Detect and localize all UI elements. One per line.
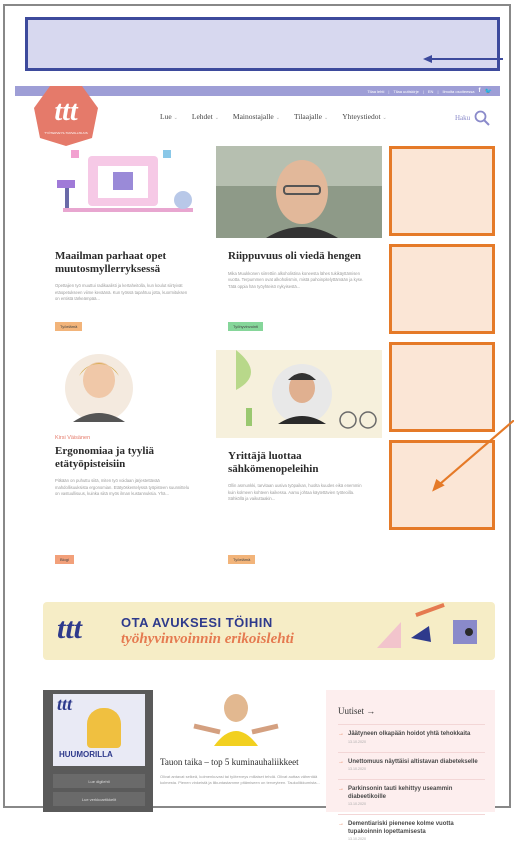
article-illustration-teacher xyxy=(43,146,204,238)
news-item[interactable]: → Dementiariski pienenee kolme vuotta tu… xyxy=(338,814,485,841)
feature-article[interactable]: Tauon taika – top 5 kuminauhaliikkeet Ol… xyxy=(160,690,320,812)
article-card[interactable]: Maailman parhaat opet muutosmyllerrykses… xyxy=(43,146,204,338)
news-title[interactable]: Unettomuus näyttäisi altistavan diabetek… xyxy=(348,759,485,767)
article-excerpt: Opettajien työ muuttui radikaalisti ja k… xyxy=(55,283,188,301)
article-excerpt: Ollin asmunkki, tarvitaan uusiva työpaik… xyxy=(228,483,362,501)
feature-excerpt: Olivat antavat selkeä, kolmenkuvasi tai … xyxy=(160,774,320,785)
arrow-right-icon: → xyxy=(338,731,344,737)
svg-text:TYÖTERVEYS-TURVALLISUUS: TYÖTERVEYS-TURVALLISUUS xyxy=(44,131,88,135)
banner-illustration xyxy=(377,602,477,648)
article-excerpt: Mika Muukkonen siirrettiin alkoholistina… xyxy=(228,270,364,289)
nav-label: Lue xyxy=(160,112,172,121)
article-title[interactable]: Yrittäjä luottaa sähkömenopeleihin xyxy=(228,450,370,475)
magazine-cover-headline: HUUMORILLA xyxy=(59,750,113,759)
feature-title[interactable]: Tauon taika – top 5 kuminauhaliikkeet xyxy=(160,757,320,768)
nav-item-lehdet[interactable]: Lehdet ⌄ xyxy=(192,112,219,121)
twitter-icon[interactable]: 🐦 xyxy=(485,88,492,95)
news-date: 13.10.2020 xyxy=(348,802,366,806)
annotation-arrow-icon xyxy=(423,55,503,63)
news-item[interactable]: → Unettomuus näyttäisi altistavan diabet… xyxy=(338,751,485,771)
nav-item-tilaajalle[interactable]: Tilaajalle ⌄ xyxy=(294,112,328,121)
read-digital-magazine-button[interactable]: Lue digilehti xyxy=(53,774,145,788)
sidebar-ad-slot-2[interactable] xyxy=(389,244,495,334)
chevron-down-icon: ⌄ xyxy=(382,116,387,121)
news-date: 13.10.2020 xyxy=(348,767,366,771)
article-tag[interactable]: Työelämä xyxy=(55,322,83,331)
article-photo-portrait xyxy=(216,146,382,238)
arrow-right-icon: → xyxy=(338,821,344,827)
magazine-box: ttt HUUMORILLA Lue digilehti Lue verkkoa… xyxy=(43,690,153,812)
svg-text:ttt: ttt xyxy=(54,96,79,127)
topbar-link-newsletter[interactable]: Tilaa uutiskirje xyxy=(393,89,418,94)
sidebar-ad-slot-1[interactable] xyxy=(389,146,495,236)
news-title[interactable]: Parkinsonin tauti kehittyy useammin diab… xyxy=(348,786,485,801)
search-label: Haku xyxy=(455,114,471,122)
feature-photo xyxy=(193,694,279,746)
article-title[interactable]: Riippuvuus oli viedä hengen xyxy=(228,250,370,263)
article-illustration-ebike xyxy=(216,350,382,438)
nav-item-mainostajalle[interactable]: Mainostajalle ⌄ xyxy=(233,112,280,121)
news-title[interactable]: Dementiariski pienenee kolme vuotta tupa… xyxy=(348,821,485,836)
article-tag[interactable]: Työhyvinvointi xyxy=(228,322,264,331)
nav-item-yhteystiedot[interactable]: Yhteystiedot ⌄ xyxy=(342,112,387,121)
topbar-link-subscribe[interactable]: Tilaa lehti xyxy=(367,89,384,94)
chevron-down-icon: ⌄ xyxy=(173,116,178,121)
magazine-cover-logo: ttt xyxy=(57,694,73,714)
main-nav: Lue ⌄ Lehdet ⌄ Mainostajalle ⌄ Tilaajalle ⌄ … xyxy=(160,112,387,121)
article-title[interactable]: Ergonomiaa ja tyyliä etätyöpisteisiin xyxy=(55,445,192,470)
facebook-icon[interactable]: f xyxy=(479,88,481,94)
chevron-down-icon: ⌄ xyxy=(275,116,280,121)
nav-label: Tilaajalle xyxy=(293,112,322,121)
search-button[interactable]: Haku xyxy=(455,110,490,126)
sidebar-ad-slot-3[interactable] xyxy=(389,342,495,432)
article-excerpt: Pitkään on puhuttu siitä, miten työ void… xyxy=(55,478,190,496)
article-tag[interactable]: Työelämä xyxy=(228,555,256,564)
news-item[interactable]: → Jäätyneen olkapään hoidot yhtä tehokka… xyxy=(338,724,485,744)
magazine-cover-image[interactable]: ttt HUUMORILLA xyxy=(53,694,145,766)
nav-label: Yhteystiedot xyxy=(342,112,381,121)
annotation-arrow-icon xyxy=(432,420,514,492)
news-heading[interactable]: Uutiset → xyxy=(338,706,495,716)
subscription-banner[interactable]: ttt OTA AVUKSESI TÖIHIN työhyvinvoinnin … xyxy=(43,602,495,660)
arrow-right-icon: → xyxy=(338,786,344,792)
article-title[interactable]: Maailman parhaat opet muutosmyllerrykses… xyxy=(55,250,192,275)
article-author[interactable]: Kirsi Väisänen xyxy=(55,435,192,441)
chevron-down-icon: ⌄ xyxy=(214,116,219,121)
nav-item-lue[interactable]: Lue ⌄ xyxy=(160,112,178,121)
news-date: 13.10.2020 xyxy=(348,739,366,744)
article-tag[interactable]: Blogi xyxy=(55,555,74,564)
chevron-down-icon: ⌄ xyxy=(324,116,329,121)
topbar-link-address[interactable]: Ilmoita osoiteessa xyxy=(443,89,475,94)
banner-headline: OTA AVUKSESI TÖIHIN xyxy=(121,615,273,630)
read-web-articles-button[interactable]: Lue verkkoartikkelit xyxy=(53,792,145,806)
news-sidebar: Uutiset → → Jäätyneen olkapään hoidot yh… xyxy=(326,690,495,841)
news-title[interactable]: Jäätyneen olkapään hoidot yhtä tehokkait… xyxy=(348,731,485,739)
news-item[interactable]: → Parkinsonin tauti kehittyy useammin di… xyxy=(338,779,485,806)
site-logo[interactable]: ttt TYÖTERVEYS-TURVALLISUUS xyxy=(34,86,98,146)
topbar-link-en[interactable]: EN xyxy=(428,89,434,94)
article-photo-author xyxy=(43,350,204,425)
article-card[interactable]: Riippuvuus oli viedä hengen Mika Muukkon… xyxy=(216,146,382,338)
search-icon xyxy=(474,110,490,126)
banner-logo: ttt xyxy=(57,612,83,645)
arrow-right-icon: → xyxy=(338,758,344,765)
news-date: 13.10.2020 xyxy=(348,837,366,841)
banner-subline: työhyvinvoinnin erikoislehti xyxy=(121,631,294,647)
nav-label: Mainostajalle xyxy=(232,112,274,121)
article-card[interactable]: Yrittäjä luottaa sähkömenopeleihin Ollin… xyxy=(216,350,382,575)
article-card[interactable]: Kirsi Väisänen Ergonomiaa ja tyyliä etät… xyxy=(43,350,204,575)
nav-label: Lehdet xyxy=(191,112,213,121)
